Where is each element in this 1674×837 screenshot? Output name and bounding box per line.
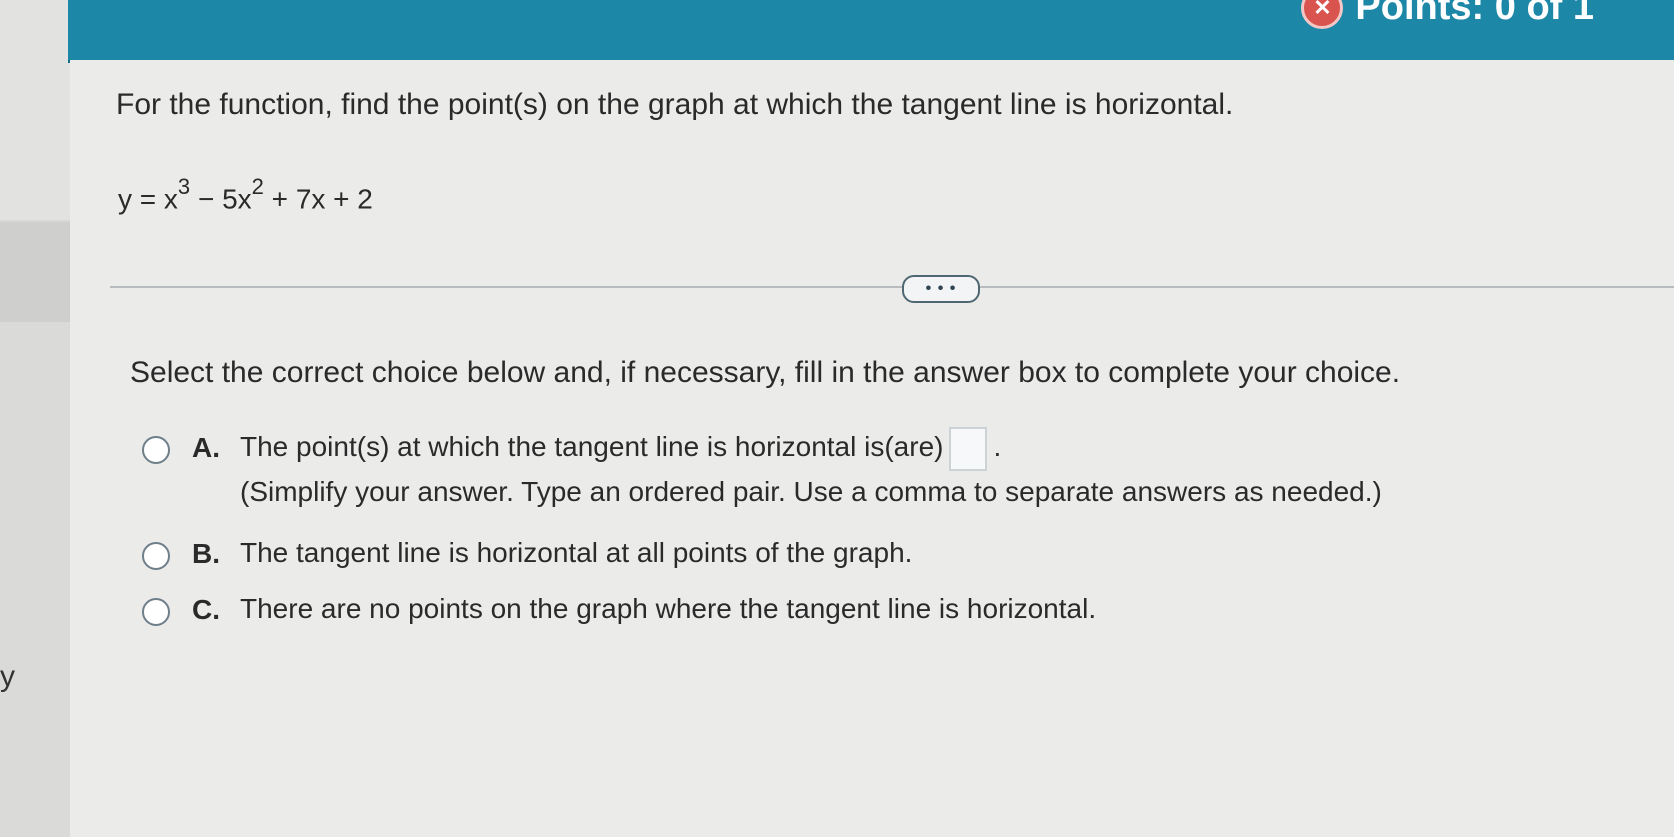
- sidebar-partial-text: y: [0, 660, 15, 693]
- choice-letter: B.: [192, 538, 220, 569]
- equation-exponent-3: 3: [177, 174, 191, 199]
- equation-lhs: y = x: [118, 183, 178, 215]
- sidebar-band-selected[interactable]: [0, 222, 70, 322]
- answer-hint: (Simplify your answer. Type an ordered p…: [240, 475, 1382, 507]
- choice-a-suffix: .: [993, 431, 1002, 462]
- left-sidebar: y: [0, 0, 70, 837]
- choice-c-text: There are no points on the graph where t…: [240, 593, 1097, 624]
- choice-letter: A.: [192, 432, 220, 463]
- instruction-text: Select the correct choice below and, if …: [130, 356, 1401, 389]
- points-indicator: ✕ Points: 0 of 1: [1301, 0, 1594, 29]
- choice-a-text: The point(s) at which the tangent line i…: [240, 431, 944, 462]
- close-circle-icon: ✕: [1301, 0, 1344, 29]
- question-prompt: For the function, find the point(s) on t…: [116, 88, 1234, 121]
- choice-letter: C.: [192, 594, 220, 625]
- choice-a[interactable]: A. The point(s) at which the tangent lin…: [142, 426, 1382, 515]
- choice-text: The point(s) at which the tangent line i…: [240, 424, 1382, 515]
- radio-button-b[interactable]: [142, 542, 170, 570]
- equation-term: − 5x: [190, 183, 252, 215]
- sidebar-band: [0, 322, 70, 837]
- points-text: Points: 0 of 1: [1355, 0, 1594, 28]
- function-equation: y = x3 − 5x2 + 7x + 2: [118, 174, 373, 215]
- choice-b[interactable]: B. The tangent line is horizontal at all…: [142, 537, 912, 576]
- more-options-button[interactable]: • • •: [902, 275, 980, 303]
- choice-b-text: The tangent line is horizontal at all po…: [240, 537, 913, 568]
- radio-button-c[interactable]: [142, 598, 170, 626]
- answer-input[interactable]: [949, 426, 988, 471]
- equation-exponent-2: 2: [251, 174, 264, 199]
- header-bar: ✕ Points: 0 of 1: [68, 0, 1674, 63]
- radio-button-a[interactable]: [142, 436, 170, 464]
- choice-c[interactable]: C. There are no points on the graph wher…: [142, 593, 1096, 632]
- section-divider: [110, 286, 1674, 288]
- equation-rest: + 7x + 2: [263, 183, 373, 215]
- sidebar-band: [0, 0, 70, 220]
- question-panel: For the function, find the point(s) on t…: [70, 60, 1674, 837]
